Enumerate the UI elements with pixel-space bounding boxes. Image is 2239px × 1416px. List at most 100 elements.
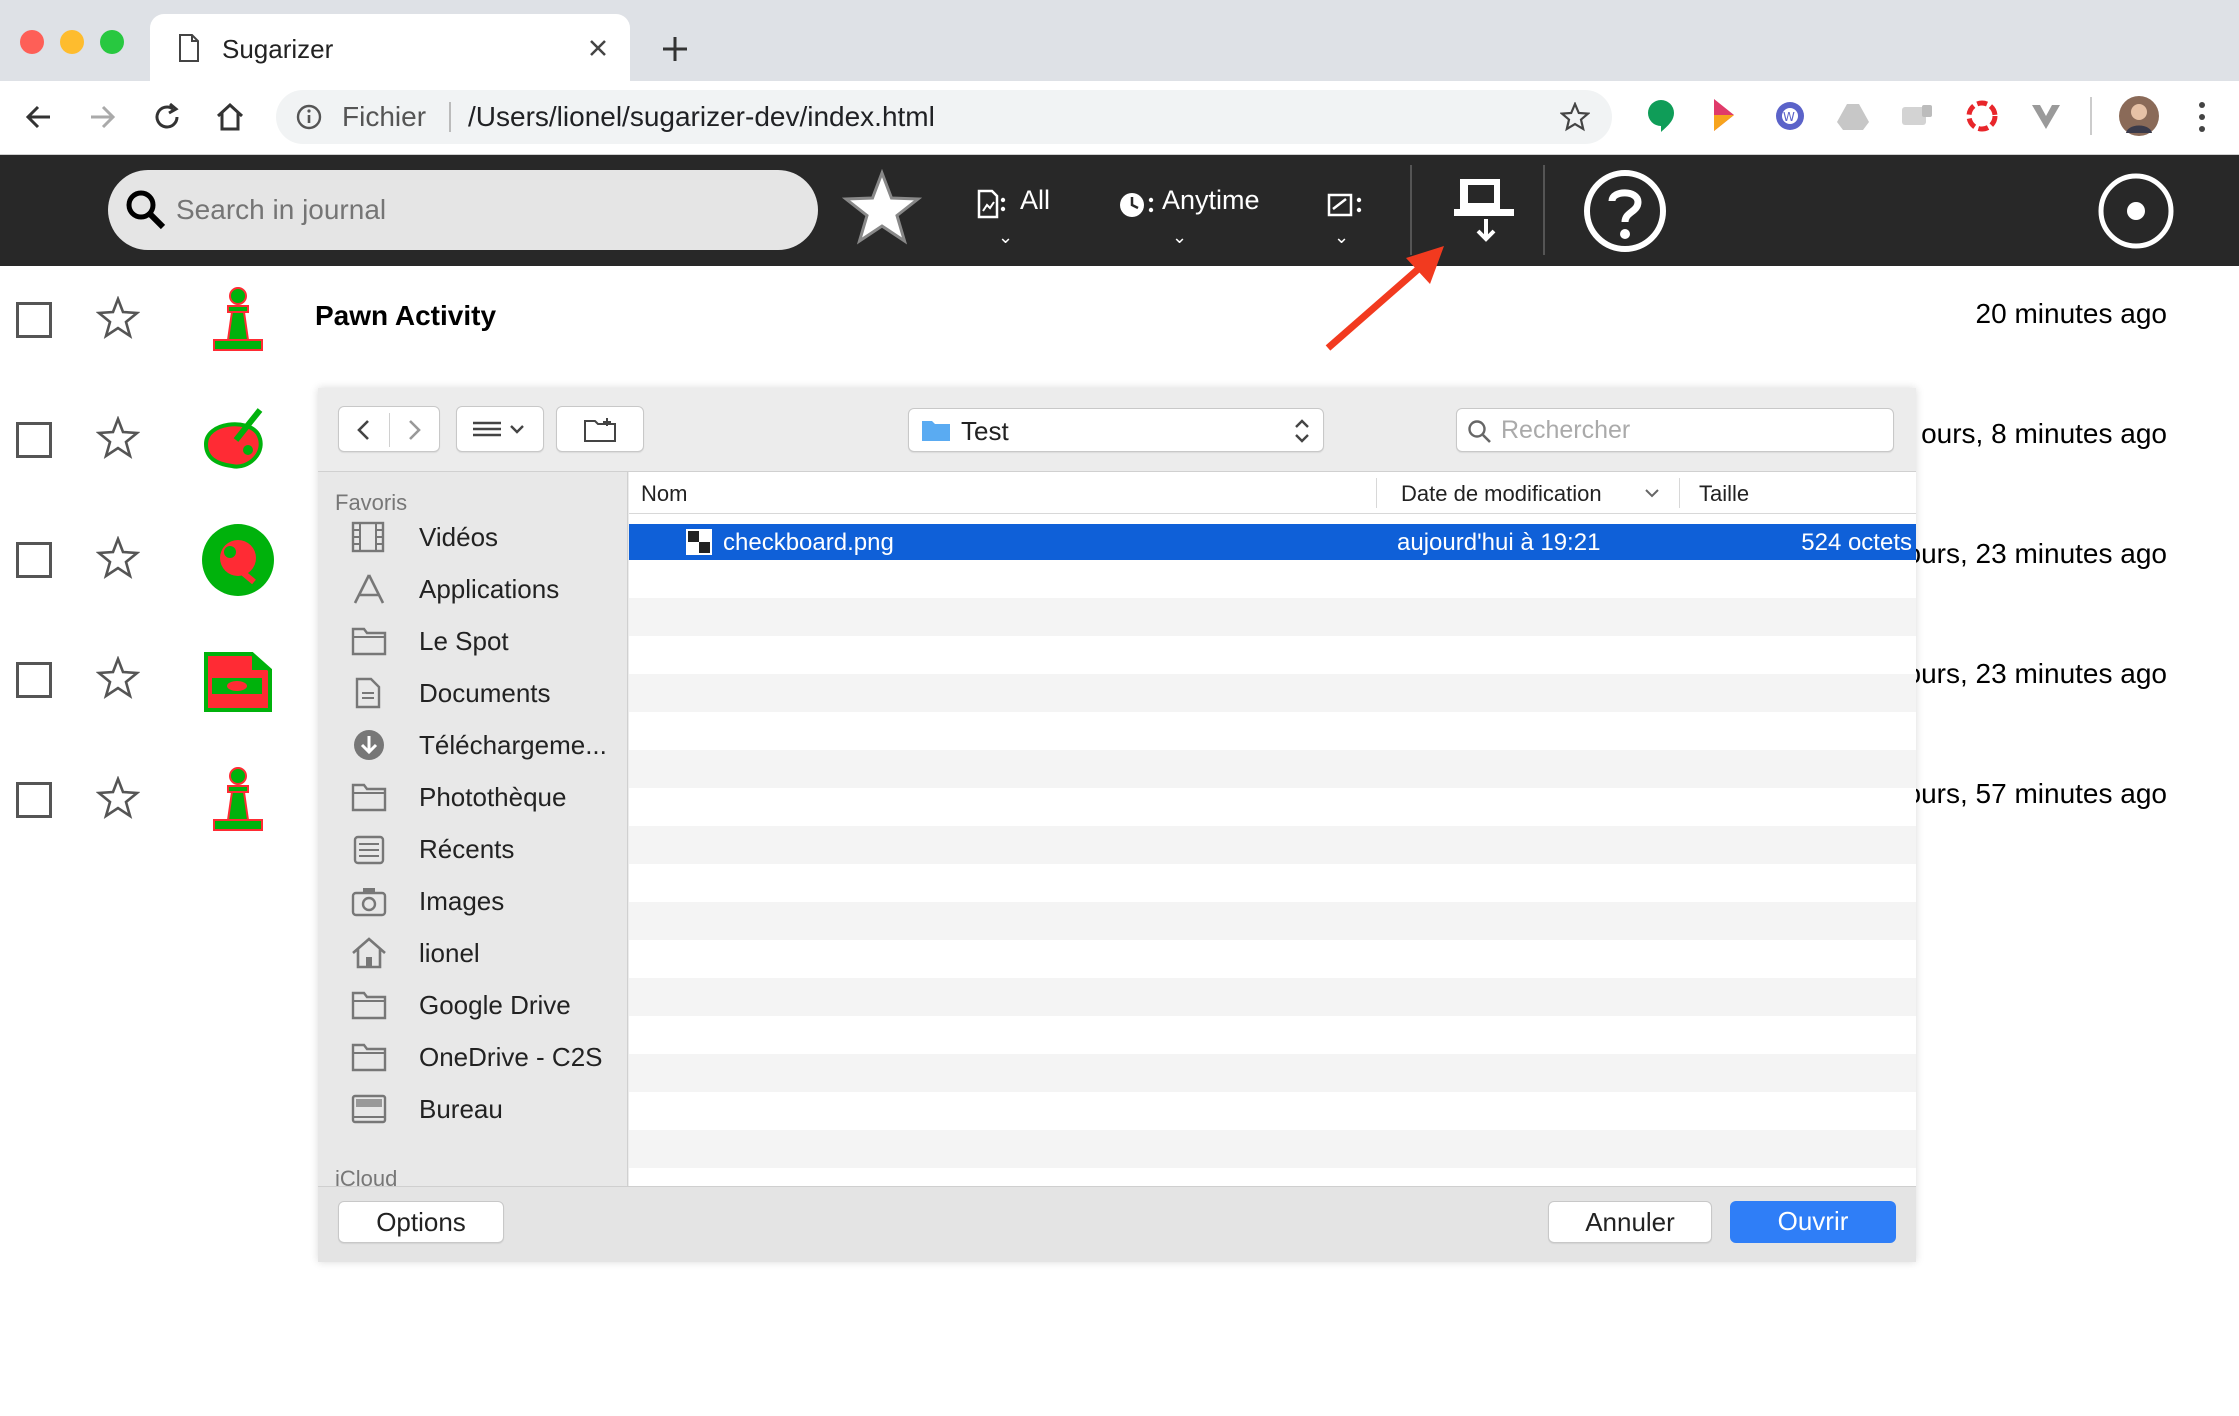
drive-extension-icon[interactable] <box>1836 102 1870 132</box>
home-view-icon[interactable] <box>2096 171 2176 251</box>
copy-from-device-icon[interactable] <box>1454 175 1520 245</box>
extension-icon-5[interactable] <box>1900 103 1934 131</box>
sidebar-item-label: Le Spot <box>419 626 509 656</box>
journal-search-input[interactable] <box>176 186 776 234</box>
info-icon[interactable] <box>296 104 322 130</box>
favorite-star-icon[interactable] <box>96 296 140 340</box>
entry-select-checkbox[interactable] <box>16 542 52 578</box>
new-folder-button[interactable] <box>556 406 644 452</box>
extension-icon-7[interactable] <box>2030 103 2062 131</box>
sidebar-item-label: Images <box>419 886 505 916</box>
arrow-right-icon <box>91 105 116 129</box>
favorite-filter-star-icon[interactable] <box>842 169 922 249</box>
forward-button[interactable] <box>80 95 124 139</box>
browser-tab[interactable]: Sugarizer <box>150 14 630 81</box>
location-label: Test <box>961 416 1009 446</box>
dialog-search-placeholder: Rechercher <box>1501 416 1631 444</box>
file-size: 524 octets <box>1801 529 1912 556</box>
sidebar-heading-icloud: iCloud <box>335 1166 398 1186</box>
favorite-star-icon[interactable] <box>96 416 140 460</box>
sidebar-item-documents[interactable]: Documents <box>351 674 626 714</box>
options-button[interactable]: Options <box>338 1201 504 1243</box>
home-button[interactable] <box>208 95 252 139</box>
folder-icon <box>922 421 950 441</box>
journal-search-box[interactable] <box>108 170 818 250</box>
entry-time: 20 minutes ago <box>1975 298 2167 329</box>
sidebar-item-recents[interactable]: Récents <box>351 830 626 870</box>
chevron-right-icon[interactable] <box>403 418 425 442</box>
location-popup[interactable]: Test <box>908 408 1324 452</box>
file-row-selected[interactable]: checkboard.png aujourd'hui à 19:21 524 o… <box>629 524 1916 560</box>
maximize-window-button[interactable] <box>100 30 124 54</box>
sidebar-item-google-drive[interactable]: Google Drive <box>351 986 626 1026</box>
entry-select-checkbox[interactable] <box>16 302 52 338</box>
back-button[interactable] <box>17 95 61 139</box>
new-tab-icon[interactable] <box>660 34 690 64</box>
dialog-button-bar: Options Annuler Ouvrir <box>318 1186 1916 1262</box>
segment-divider <box>389 413 390 447</box>
pawn-icon[interactable] <box>198 766 278 836</box>
tab-title: Sugarizer <box>222 34 334 64</box>
extension-icon-3[interactable]: W <box>1774 100 1806 132</box>
search-icon <box>126 190 166 230</box>
column-header-name[interactable]: Nom <box>641 481 687 507</box>
favorite-star-icon[interactable] <box>96 656 140 700</box>
cancel-button[interactable]: Annuler <box>1548 1201 1712 1243</box>
close-tab-icon[interactable] <box>588 38 608 58</box>
column-header-size[interactable]: Taille <box>1699 481 1749 507</box>
sort-chevron-down-icon[interactable] <box>1643 486 1661 500</box>
sidebar-item-phototheque[interactable]: Photothèque <box>351 778 626 818</box>
file-list: Nom Date de modification Taille checkboa… <box>629 472 1916 1186</box>
empty-row <box>629 902 1916 940</box>
help-icon[interactable] <box>1582 168 1668 254</box>
sidebar-item-label: Bureau <box>419 1094 503 1124</box>
sidebar-item-bureau[interactable]: Bureau <box>351 1090 626 1130</box>
pawn-icon[interactable] <box>198 286 278 356</box>
journal-entry-row[interactable]: Pawn Activity 20 minutes ago <box>0 266 2239 386</box>
favorite-star-icon[interactable] <box>96 536 140 580</box>
entry-time: ours, 23 minutes ago <box>1905 658 2168 689</box>
bookmark-star-icon[interactable] <box>1560 102 1590 132</box>
close-window-button[interactable] <box>20 30 44 54</box>
extension-icon-6[interactable] <box>1965 99 1999 133</box>
profile-avatar[interactable] <box>2118 95 2160 137</box>
video-icon[interactable] <box>198 646 278 716</box>
sidebar-item-onedrive[interactable]: OneDrive - C2S <box>351 1038 626 1078</box>
entry-select-checkbox[interactable] <box>16 782 52 818</box>
recents-icon <box>353 835 385 865</box>
entry-select-checkbox[interactable] <box>16 662 52 698</box>
empty-row <box>629 598 1916 636</box>
sidebar-heading: Favoris <box>335 490 408 515</box>
annotation-arrow-icon <box>1325 246 1444 351</box>
entry-select-checkbox[interactable] <box>16 422 52 458</box>
applications-icon <box>353 574 385 604</box>
sidebar-item-images[interactable]: Images <box>351 882 626 922</box>
page-icon <box>179 34 199 62</box>
file-date: aujourd'hui à 19:21 <box>1397 529 1601 556</box>
dialog-search-field[interactable]: Rechercher <box>1456 408 1894 452</box>
reload-button[interactable] <box>145 95 189 139</box>
view-mode-button[interactable] <box>456 406 544 452</box>
sidebar-item-videos[interactable]: Vidéos <box>351 518 626 558</box>
minimize-window-button[interactable] <box>60 30 84 54</box>
abacus-icon[interactable] <box>198 522 278 598</box>
sidebar-item-lionel[interactable]: lionel <box>351 934 626 974</box>
entry-time: ours, 23 minutes ago <box>1905 538 2168 569</box>
sidebar-item-le-spot[interactable]: Le Spot <box>351 622 626 662</box>
time-filter-button[interactable]: Anytime ⌄ <box>1116 183 1276 253</box>
address-bar[interactable]: Fichier /Users/lionel/sugarizer-dev/inde… <box>276 90 1612 144</box>
favorite-star-icon[interactable] <box>96 776 140 820</box>
extension-icon-2[interactable] <box>1710 97 1738 133</box>
paint-icon[interactable] <box>198 404 278 478</box>
entry-time: ours, 57 minutes ago <box>1905 778 2168 809</box>
chevron-left-icon[interactable] <box>353 418 375 442</box>
column-header-date[interactable]: Date de modification <box>1401 481 1602 507</box>
open-button[interactable]: Ouvrir <box>1730 1201 1896 1243</box>
type-filter-button[interactable]: All ⌄ <box>972 183 1062 253</box>
menu-dots-icon[interactable] <box>2194 99 2210 135</box>
sidebar-item-downloads[interactable]: Téléchargeme... <box>351 726 626 766</box>
entry-title[interactable]: Pawn Activity <box>315 300 496 332</box>
sidebar-item-label: Applications <box>419 574 560 604</box>
sidebar-item-applications[interactable]: Applications <box>351 570 626 610</box>
hangouts-extension-icon[interactable] <box>1645 98 1677 134</box>
